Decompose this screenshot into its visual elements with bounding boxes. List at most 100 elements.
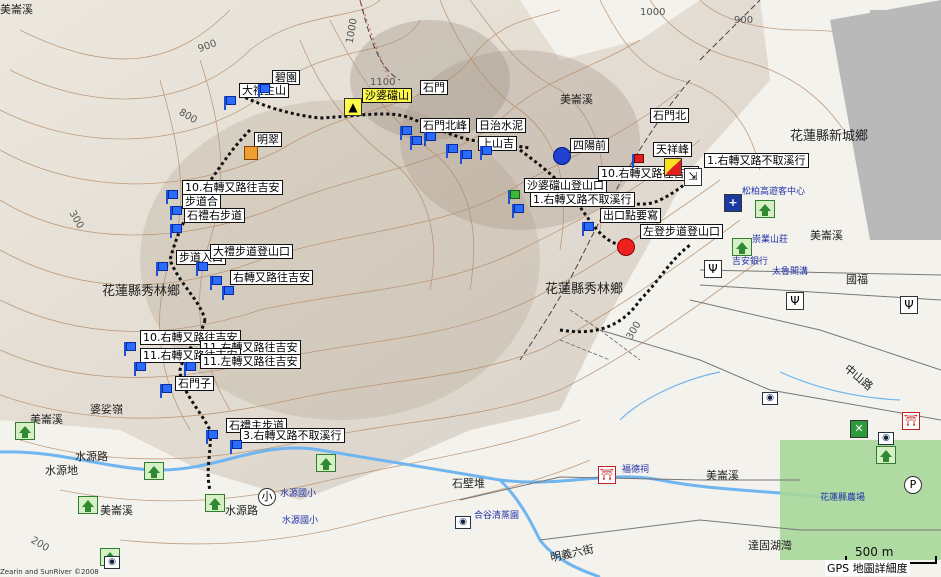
lodge-icon[interactable]	[755, 200, 775, 218]
waypoint-label[interactable]: 石門	[420, 80, 448, 95]
blue-dot-icon[interactable]	[553, 147, 571, 165]
flag-icon[interactable]	[446, 144, 458, 158]
district-label: 花蓮縣秀林鄉	[545, 282, 624, 297]
recreation-icon[interactable]: ✕	[850, 420, 868, 438]
poi-label: 崇業山莊	[752, 235, 789, 245]
waypoint-label[interactable]: 步道合	[182, 194, 221, 209]
waypoint-label[interactable]: 1.右轉又路不取溪行	[704, 153, 809, 168]
lodge-icon[interactable]	[144, 462, 164, 480]
detail-note: GPS 地圖詳細度	[825, 560, 910, 576]
flag-icon[interactable]	[258, 84, 270, 98]
waypoint-label[interactable]: 石門北	[650, 108, 689, 123]
restaurant-icon[interactable]: Ψ	[704, 260, 722, 278]
place-label: 達固湖灣	[748, 539, 792, 552]
restaurant-icon[interactable]: Ψ	[786, 292, 804, 310]
flag-icon[interactable]	[134, 362, 146, 376]
flag-icon[interactable]	[210, 276, 222, 290]
lodge-icon[interactable]	[876, 446, 896, 464]
info-icon[interactable]: +	[724, 194, 742, 212]
flag-icon[interactable]	[224, 96, 236, 110]
warning-icon[interactable]	[664, 158, 682, 176]
lodge-icon[interactable]	[205, 494, 225, 512]
flag-icon[interactable]	[582, 222, 594, 236]
flag-icon[interactable]	[512, 204, 524, 218]
flag-icon[interactable]	[170, 206, 182, 220]
elevation-label: 1000	[640, 7, 666, 18]
waypoint-label[interactable]: 右轉又路往吉安	[230, 270, 313, 285]
temple-icon[interactable]: ⛩	[902, 412, 920, 430]
flag-green-icon[interactable]	[508, 190, 520, 204]
place-label: 婆娑嶺	[90, 403, 123, 416]
waypoint-label[interactable]: 沙婆礑山	[362, 88, 412, 103]
lodge-icon[interactable]	[732, 238, 752, 256]
flag-icon[interactable]	[166, 190, 178, 204]
flag-icon[interactable]	[460, 150, 472, 164]
flag-icon[interactable]	[160, 384, 172, 398]
school-label: 水源國小	[282, 516, 319, 526]
camera-icon[interactable]: ◉	[762, 392, 778, 405]
waypoint-label[interactable]: 11.左轉又路往吉安	[200, 354, 301, 369]
flag-icon[interactable]	[410, 136, 422, 150]
poi-label: 吉安銀行	[732, 257, 769, 267]
elevation-label: 1100	[370, 77, 396, 88]
place-label: 美崙溪	[100, 504, 133, 517]
waypoint-label[interactable]: 石門北峰	[420, 118, 470, 133]
waypoint-label[interactable]: 石門子	[175, 376, 214, 391]
waypoint-label[interactable]: 沙婆礑山登山口	[524, 178, 607, 193]
waypoint-label[interactable]: 大禮步道登山口	[210, 244, 293, 259]
elevation-label: 900	[734, 15, 754, 26]
lodge-icon[interactable]	[316, 454, 336, 472]
flag-icon[interactable]	[124, 342, 136, 356]
camera-icon[interactable]: ◉	[455, 516, 471, 529]
flag-icon[interactable]	[480, 146, 492, 160]
area-label: 花蓮縣農場	[820, 493, 866, 503]
road-label: 水源路	[225, 504, 258, 517]
red-dot-icon[interactable]	[617, 238, 635, 256]
poi-label: 太魯閣溝	[772, 267, 809, 277]
camera-icon[interactable]: ◉	[104, 556, 120, 569]
waypoint-label[interactable]: 天祥峰	[653, 142, 692, 157]
waypoint-label[interactable]: 日治水泥	[476, 118, 526, 133]
copyright-credit: Zearin and SunRiver ©2008	[0, 568, 99, 576]
waypoint-label[interactable]: 石禮右步道	[184, 208, 245, 223]
waypoint-label[interactable]: 明翠	[254, 132, 282, 147]
waypoint-label[interactable]: 左登步道登山口	[640, 224, 723, 239]
flag-icon[interactable]	[222, 286, 234, 300]
summit-icon[interactable]: ▲	[344, 98, 362, 116]
flag-icon[interactable]	[170, 224, 182, 238]
place-label: 美崙溪	[810, 229, 843, 242]
topographic-map[interactable]: 美崙溪 美崙溪 美崙溪 美崙溪 美崙溪 美崙溪 花蓮縣新城鄉 花蓮縣秀林鄉 花蓮…	[0, 0, 941, 577]
flag-icon[interactable]	[230, 440, 242, 454]
poi-label: 福德祠	[622, 465, 650, 475]
flag-icon[interactable]	[206, 430, 218, 444]
school-label: 水源國小	[280, 489, 317, 499]
waypoint-label[interactable]: 出口點要寫	[600, 208, 661, 223]
camera-icon[interactable]: ◉	[878, 432, 894, 445]
poi-label: 松柏高遊客中心	[742, 187, 806, 197]
flag-icon[interactable]	[424, 132, 436, 146]
waypoint-label[interactable]: 10.右轉又路往吉安	[182, 180, 283, 195]
temple-icon[interactable]: ⛩	[598, 466, 616, 484]
place-label: 水源地	[45, 464, 78, 477]
flag-red-icon[interactable]	[632, 154, 644, 168]
place-label: 美崙溪	[560, 93, 593, 106]
waypoint-label[interactable]: 四陽前	[570, 138, 609, 153]
place-label: 石壁堆	[452, 477, 485, 490]
shelter-icon[interactable]	[244, 146, 258, 160]
place-label: 國福	[846, 273, 868, 286]
waypoint-label[interactable]: 3.右轉又路不取溪行	[240, 428, 345, 443]
parking-icon[interactable]: P	[904, 476, 922, 494]
exit-icon[interactable]: ⇲	[684, 168, 702, 186]
poi-label: 合谷清蒸園	[474, 511, 520, 521]
waypoint-label[interactable]: 1.右轉又路不取溪行	[530, 192, 635, 207]
restaurant-icon[interactable]: Ψ	[900, 296, 918, 314]
place-label: 美崙溪	[706, 469, 739, 482]
flag-icon[interactable]	[196, 262, 208, 276]
flag-icon[interactable]	[184, 362, 196, 376]
place-label: 美崙溪	[0, 3, 33, 16]
flag-icon[interactable]	[156, 262, 168, 276]
lodge-icon[interactable]	[78, 496, 98, 514]
district-label: 花蓮縣秀林鄉	[102, 284, 181, 299]
school-icon[interactable]: 小	[258, 488, 276, 506]
lodge-icon[interactable]	[15, 422, 35, 440]
